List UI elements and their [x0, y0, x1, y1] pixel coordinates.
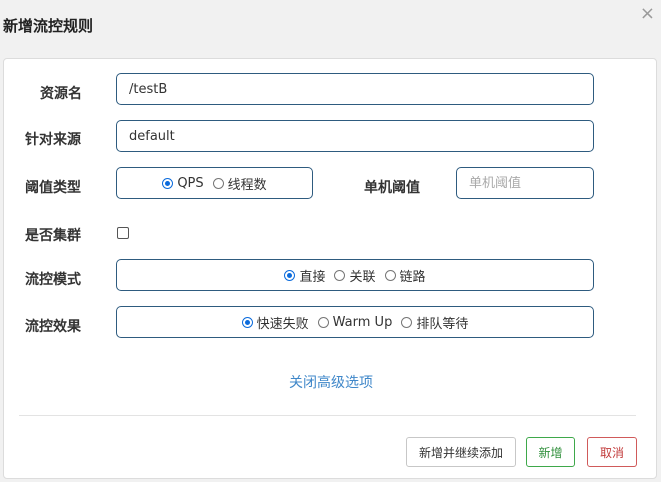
single-threshold-field-box	[456, 167, 594, 199]
control-behavior-option-warm-up[interactable]: Warm Up	[317, 314, 393, 330]
resource-field-box	[116, 73, 594, 105]
threshold-type-option-qps[interactable]: QPS	[162, 175, 204, 191]
control-behavior-option-label: 排队等待	[416, 316, 469, 332]
strategy-option-label: 直接	[299, 269, 326, 285]
close-advanced-options-link[interactable]: 关闭高级选项	[4, 372, 658, 392]
threshold-type-option-thread[interactable]: 线程数	[212, 174, 267, 193]
control-behavior-option-fast-fail[interactable]: 快速失败	[241, 313, 309, 332]
cluster-checkbox[interactable]	[117, 227, 129, 239]
threshold-type-radio-group: QPS 线程数	[117, 174, 312, 193]
radio-unchecked-icon[interactable]	[401, 316, 413, 328]
control-behavior-option-label: 快速失败	[256, 316, 309, 332]
single-threshold-input[interactable]	[457, 175, 593, 191]
control-behavior-box: 快速失败 Warm Up 排队等待	[116, 306, 594, 338]
threshold-type-box: QPS 线程数	[116, 167, 313, 199]
strategy-option-direct[interactable]: 直接	[284, 266, 325, 285]
strategy-label: 流控模式	[25, 272, 81, 288]
save-and-continue-button[interactable]: 新增并继续添加	[406, 437, 516, 467]
flow-rule-dialog: 新增流控规则 × 资源名 针对来源 阈值类型 QPS 线程数	[0, 0, 661, 482]
strategy-option-chain[interactable]: 链路	[384, 266, 426, 285]
strategy-box: 直接 关联 链路	[116, 259, 594, 291]
control-behavior-label: 流控效果	[25, 319, 81, 335]
threshold-type-option-label: QPS	[177, 175, 204, 191]
save-button[interactable]: 新增	[526, 437, 575, 467]
cluster-label: 是否集群	[25, 228, 81, 244]
strategy-option-label: 关联	[349, 269, 376, 285]
radio-checked-icon[interactable]	[241, 316, 253, 328]
strategy-option-label: 链路	[399, 269, 426, 285]
dialog-title: 新增流控规则	[3, 17, 94, 35]
radio-unchecked-icon[interactable]	[212, 177, 224, 189]
control-behavior-radio-group: 快速失败 Warm Up 排队等待	[117, 313, 593, 332]
resource-input[interactable]	[117, 81, 593, 97]
form-panel: 资源名 针对来源 阈值类型 QPS 线程数 单机阈值	[3, 58, 657, 479]
footer-divider	[19, 415, 636, 416]
single-threshold-label: 单机阈值	[364, 180, 420, 196]
radio-unchecked-icon[interactable]	[384, 269, 396, 281]
limit-app-input[interactable]	[117, 128, 593, 144]
strategy-radio-group: 直接 关联 链路	[117, 266, 593, 285]
control-behavior-option-queue[interactable]: 排队等待	[401, 313, 468, 332]
strategy-option-relate[interactable]: 关联	[334, 266, 376, 285]
radio-unchecked-icon[interactable]	[317, 316, 329, 328]
radio-checked-icon[interactable]	[162, 177, 174, 189]
limit-app-field-box	[116, 120, 594, 152]
radio-unchecked-icon[interactable]	[334, 269, 346, 281]
threshold-type-label: 阈值类型	[25, 180, 81, 196]
close-icon[interactable]: ×	[640, 5, 655, 23]
threshold-type-option-label: 线程数	[227, 177, 267, 193]
resource-label: 资源名	[40, 86, 82, 102]
radio-checked-icon[interactable]	[284, 269, 296, 281]
cancel-button[interactable]: 取消	[587, 437, 637, 467]
control-behavior-option-label: Warm Up	[332, 314, 393, 330]
limit-app-label: 针对来源	[25, 132, 81, 148]
